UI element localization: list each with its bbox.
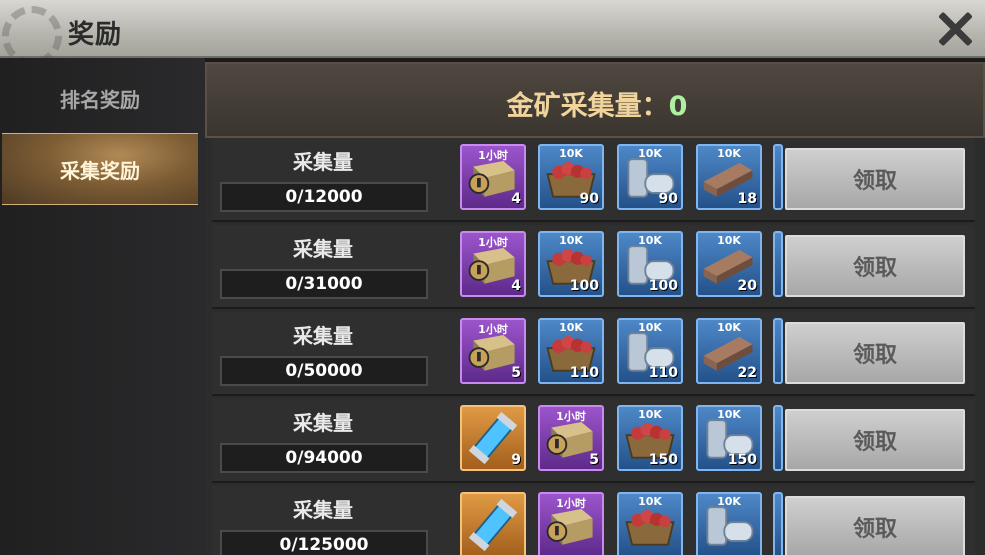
reward-row: 采集量 0/125000 1小时 10K 10K 领取 [212,486,975,555]
reward-item[interactable]: 1小时 4 [460,144,526,210]
reward-item[interactable]: 10K 110 [617,318,683,384]
item-quantity: 22 [737,365,757,381]
gather-amount-label: 采集量 [293,324,353,348]
item-tag: 10K [717,321,741,334]
item-quantity: 4 [511,191,521,207]
gather-amount-label: 采集量 [293,237,353,261]
reward-item[interactable]: 10K 110 [538,318,604,384]
rewards-panel: 金矿采集量：0 采集量 0/12000 1小时 4 10K 90 10K 90 10K 18 领取采… [205,62,985,555]
reward-item[interactable]: 10K [617,492,683,555]
reward-item[interactable]: 10K 150 [696,405,762,471]
reward-row: 采集量 0/50000 1小时 5 10K 110 10K 110 10K 22 领取 [212,312,975,396]
item-tag: 10K [638,234,662,247]
item-quantity: 9 [511,452,521,468]
reward-item[interactable]: 10K 100 [617,231,683,297]
item-tag: 10K [717,234,741,247]
item-tag: 10K [638,147,662,160]
gather-progress: 0/50000 [220,356,428,386]
reward-item[interactable]: 10K 100 [538,231,604,297]
item-tag: 10K [559,321,583,334]
title-bar: 奖励 [0,0,985,66]
reward-item[interactable]: 10K 150 [617,405,683,471]
gather-progress: 0/31000 [220,269,428,299]
item-quantity: 150 [727,452,757,468]
reward-item[interactable]: 10K 18 [696,144,762,210]
gather-progress: 0/12000 [220,182,428,212]
tab-gathering-rewards[interactable]: 采集奖励 [2,133,198,205]
claim-button[interactable]: 领取 [785,409,965,471]
item-tag: 1小时 [556,410,586,423]
gather-amount-label: 采集量 [293,411,353,435]
window-title: 奖励 [68,20,123,50]
item-tag: 1小时 [478,149,508,162]
reward-item[interactable]: 9 [460,405,526,471]
item-tag: 10K [717,147,741,160]
gear-icon [2,6,62,66]
gold-gathered-title: 金矿采集量： [506,91,669,122]
reward-item-partial[interactable] [773,492,783,555]
reward-item[interactable]: 10K 22 [696,318,762,384]
item-quantity: 100 [569,278,599,294]
item-quantity: 5 [511,365,521,381]
reward-item[interactable] [460,492,526,555]
item-quantity: 5 [589,452,599,468]
item-tag: 1小时 [478,323,508,336]
reward-item-partial[interactable] [773,144,783,210]
item-tag: 1小时 [478,236,508,249]
item-quantity: 110 [569,365,599,381]
reward-item[interactable]: 10K 20 [696,231,762,297]
claim-button[interactable]: 领取 [785,235,965,297]
reward-item-partial[interactable] [773,318,783,384]
reward-item[interactable]: 10K [696,492,762,555]
item-tag: 10K [717,495,741,508]
item-tag: 1小时 [556,497,586,510]
item-quantity: 90 [658,191,678,207]
item-quantity: 4 [511,278,521,294]
reward-item[interactable]: 10K 90 [538,144,604,210]
item-tag: 10K [638,495,662,508]
item-quantity: 100 [648,278,678,294]
gather-progress: 0/125000 [220,530,428,555]
gather-amount-label: 采集量 [293,498,353,522]
reward-row: 采集量 0/31000 1小时 4 10K 100 10K 100 10K 20 领取 [212,225,975,309]
claim-button[interactable]: 领取 [785,322,965,384]
item-tag: 10K [638,408,662,421]
claim-button[interactable]: 领取 [785,496,965,555]
reward-item[interactable]: 1小时 [538,492,604,555]
reward-item[interactable]: 1小时 4 [460,231,526,297]
item-quantity: 20 [737,278,757,294]
item-quantity: 90 [579,191,599,207]
reward-item[interactable]: 1小时 5 [460,318,526,384]
reward-item-partial[interactable] [773,231,783,297]
item-tag: 10K [717,408,741,421]
reward-item[interactable]: 1小时 5 [538,405,604,471]
tab-ranking-rewards[interactable]: 排名奖励 [2,62,198,134]
reward-row: 采集量 0/12000 1小时 4 10K 90 10K 90 10K 18 领取 [212,138,975,222]
item-quantity: 110 [648,365,678,381]
gold-gathered-value: 0 [668,91,688,122]
item-tag: 10K [638,321,662,334]
sidebar: 排名奖励 采集奖励 [0,58,205,555]
item-quantity: 150 [648,452,678,468]
close-icon[interactable] [937,10,973,46]
item-quantity: 18 [737,191,757,207]
item-tag: 10K [559,234,583,247]
gold-gathered-header: 金矿采集量：0 [205,62,985,138]
reward-item-partial[interactable] [773,405,783,471]
item-tag: 10K [559,147,583,160]
claim-button[interactable]: 领取 [785,148,965,210]
reward-item[interactable]: 10K 90 [617,144,683,210]
reward-row: 采集量 0/94000 9 1小时 5 10K 150 10K 150 领取 [212,399,975,483]
gold-gathered-label: 金矿采集量：0 [207,84,985,123]
gather-amount-label: 采集量 [293,150,353,174]
gather-progress: 0/94000 [220,443,428,473]
